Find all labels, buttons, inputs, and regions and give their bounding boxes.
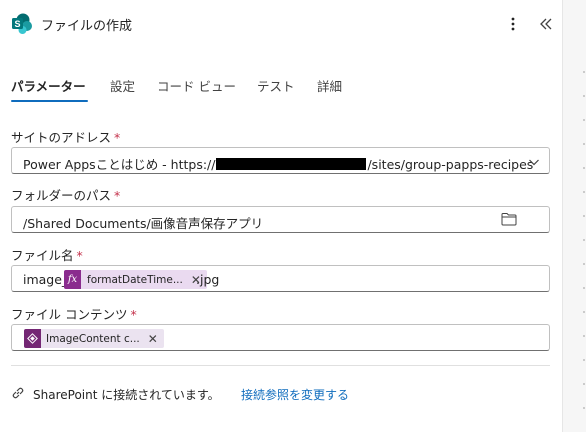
file-name-prefix: image_ <box>23 272 69 287</box>
tab-test[interactable]: テスト <box>257 76 295 95</box>
double-chevron-left-icon[interactable] <box>536 13 556 35</box>
folder-icon[interactable] <box>501 212 517 226</box>
file-content-label: ファイル コンテンツ * <box>11 304 137 323</box>
tab-code-view[interactable]: コード ビュー <box>157 76 236 95</box>
file-name-input[interactable]: image_ fx formatDateTime... ✕ .jpg <box>11 265 550 292</box>
power-apps-icon <box>24 329 41 348</box>
site-address-label-text: サイトのアドレス <box>11 130 112 145</box>
file-name-suffix: .jpg <box>196 272 220 287</box>
tab-bar: パラメーター 設定 コード ビュー テスト 詳細 <box>0 70 562 106</box>
required-marker: * <box>76 248 83 263</box>
file-content-label-text: ファイル コンテンツ <box>11 307 128 322</box>
file-name-label-text: ファイル名 <box>11 248 74 263</box>
redaction-bar <box>216 158 367 170</box>
required-marker: * <box>114 130 121 145</box>
tab-settings[interactable]: 設定 <box>110 76 135 95</box>
panel-title: ファイルの作成 <box>41 19 133 34</box>
site-address-label: サイトのアドレス * <box>11 127 120 146</box>
tab-details[interactable]: 詳細 <box>317 76 342 95</box>
svg-text:S: S <box>14 19 20 29</box>
tab-parameters[interactable]: パラメーター <box>11 76 86 95</box>
expression-token[interactable]: fx formatDateTime... ✕ <box>64 270 207 289</box>
connection-status: SharePoint に接続されています。 <box>33 388 220 402</box>
site-address-value-suffix: /sites/group-papps-recipes <box>367 157 534 172</box>
canvas-dot-grid <box>583 60 585 420</box>
required-marker: * <box>130 307 137 322</box>
folder-path-label: フォルダーのパス * <box>11 185 120 204</box>
link-icon <box>12 387 24 399</box>
active-tab-indicator <box>11 100 88 102</box>
dynamic-content-token[interactable]: ImageContent c... ✕ <box>24 329 164 348</box>
required-marker: * <box>114 188 121 203</box>
divider <box>11 365 550 366</box>
canvas-edge <box>562 0 586 432</box>
file-content-input[interactable]: ImageContent c... ✕ <box>11 324 550 351</box>
action-panel: S ファイルの作成 パラメーター 設定 コード ビュー テスト 詳細 サイトのア… <box>0 0 562 432</box>
panel-header: S ファイルの作成 <box>0 0 562 48</box>
dynamic-content-token-label: ImageContent c... <box>46 332 140 345</box>
site-address-dropdown[interactable]: Power Appsことはじめ - https:// /sites/group-p… <box>11 147 550 174</box>
close-icon[interactable]: ✕ <box>148 333 158 345</box>
site-address-value: Power Appsことはじめ - https:// /sites/group-p… <box>23 154 533 173</box>
site-address-value-prefix: Power Appsことはじめ - https:// <box>23 157 216 172</box>
folder-path-label-text: フォルダーのパス <box>11 188 112 203</box>
chevron-down-icon[interactable] <box>528 156 540 168</box>
folder-path-value: /Shared Documents/画像音声保存アプリ <box>23 216 264 231</box>
change-connection-link[interactable]: 接続参照を変更する <box>241 386 349 403</box>
file-name-label: ファイル名 * <box>11 245 83 264</box>
folder-path-input[interactable]: /Shared Documents/画像音声保存アプリ <box>11 206 550 233</box>
more-vertical-icon[interactable] <box>504 13 522 35</box>
fx-icon: fx <box>64 270 81 289</box>
sharepoint-icon: S <box>12 13 32 34</box>
expression-token-label: formatDateTime... <box>87 273 183 286</box>
